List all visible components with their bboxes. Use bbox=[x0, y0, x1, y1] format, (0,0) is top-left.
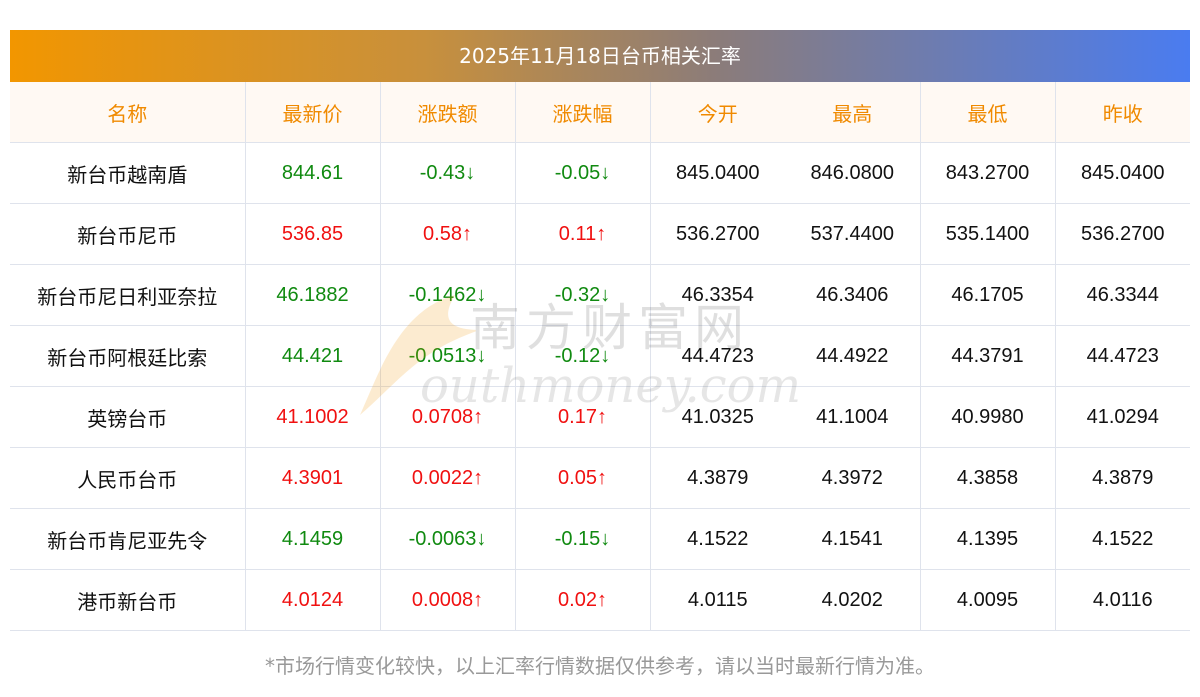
cell-open: 46.3354 bbox=[649, 264, 785, 326]
cell-low: 843.2700 bbox=[919, 142, 1055, 204]
column-header: 昨收 bbox=[1054, 82, 1190, 143]
cell-low: 46.1705 bbox=[919, 264, 1055, 326]
cell-high: 537.4400 bbox=[785, 203, 920, 265]
cell-prev: 845.0400 bbox=[1054, 142, 1190, 204]
cell-pct: -0.32↓ bbox=[514, 264, 650, 326]
table-row: 新台币越南盾 844.61 -0.43↓ -0.05↓ 845.0400 846.0800… bbox=[10, 142, 1190, 204]
cell-change: 0.0708↑ bbox=[379, 386, 515, 448]
cell-pct: 0.05↑ bbox=[514, 447, 650, 509]
cell-change: -0.1462↓ bbox=[379, 264, 515, 326]
cell-prev: 4.0116 bbox=[1054, 569, 1190, 631]
cell-low: 44.3791 bbox=[919, 325, 1055, 387]
cell-pct: 0.02↑ bbox=[514, 569, 650, 631]
cell-high: 846.0800 bbox=[785, 142, 920, 204]
cell-name: 港币新台币 bbox=[10, 569, 245, 631]
cell-price: 4.3901 bbox=[244, 447, 380, 509]
cell-open: 845.0400 bbox=[649, 142, 785, 204]
cell-prev: 41.0294 bbox=[1054, 386, 1190, 448]
cell-low: 4.3858 bbox=[919, 447, 1055, 509]
cell-price: 844.61 bbox=[244, 142, 380, 204]
cell-pct: 0.17↑ bbox=[514, 386, 650, 448]
cell-low: 4.1395 bbox=[919, 508, 1055, 570]
cell-name: 人民币台币 bbox=[10, 447, 245, 509]
cell-price: 4.1459 bbox=[244, 508, 380, 570]
cell-name: 新台币阿根廷比索 bbox=[10, 325, 245, 387]
cell-open: 4.1522 bbox=[649, 508, 785, 570]
cell-price: 41.1002 bbox=[244, 386, 380, 448]
column-header: 涨跌幅 bbox=[514, 82, 650, 143]
cell-open: 44.4723 bbox=[649, 325, 785, 387]
cell-high: 4.1541 bbox=[785, 508, 920, 570]
page-title: 2025年11月18日台币相关汇率 bbox=[10, 30, 1190, 82]
table-header: 名称 最新价 涨跌额 涨跌幅 今开 最高 最低 昨收 bbox=[10, 82, 1190, 143]
cell-high: 41.1004 bbox=[785, 386, 920, 448]
cell-name: 新台币越南盾 bbox=[10, 142, 245, 204]
table-row: 新台币肯尼亚先令 4.1459 -0.0063↓ -0.15↓ 4.1522 4.1541… bbox=[10, 508, 1190, 570]
cell-prev: 44.4723 bbox=[1054, 325, 1190, 387]
column-header: 最低 bbox=[919, 82, 1055, 143]
cell-pct: -0.12↓ bbox=[514, 325, 650, 387]
column-header: 今开 bbox=[649, 82, 785, 143]
cell-change: 0.0022↑ bbox=[379, 447, 515, 509]
cell-high: 44.4922 bbox=[785, 325, 920, 387]
cell-name: 新台币肯尼亚先令 bbox=[10, 508, 245, 570]
cell-prev: 536.2700 bbox=[1054, 203, 1190, 265]
cell-open: 536.2700 bbox=[649, 203, 785, 265]
column-header: 最新价 bbox=[244, 82, 380, 143]
cell-name: 新台币尼币 bbox=[10, 203, 245, 265]
disclaimer-footer: *市场行情变化较快，以上汇率行情数据仅供参考，请以当时最新行情为准。 bbox=[265, 654, 935, 678]
exchange-rate-table: 名称 最新价 涨跌额 涨跌幅 今开 最高 最低 昨收 新台币越南盾 844.61 -0.43↓ -0… bbox=[10, 82, 1190, 631]
cell-pct: -0.15↓ bbox=[514, 508, 650, 570]
cell-change: -0.43↓ bbox=[379, 142, 515, 204]
table-row: 英镑台币 41.1002 0.0708↑ 0.17↑ 41.0325 41.1004 40.… bbox=[10, 386, 1190, 448]
cell-change: -0.0513↓ bbox=[379, 325, 515, 387]
cell-prev: 4.3879 bbox=[1054, 447, 1190, 509]
cell-price: 44.421 bbox=[244, 325, 380, 387]
cell-price: 4.0124 bbox=[244, 569, 380, 631]
cell-low: 40.9980 bbox=[919, 386, 1055, 448]
table-row: 人民币台币 4.3901 0.0022↑ 0.05↑ 4.3879 4.3972 4.385… bbox=[10, 447, 1190, 509]
cell-change: -0.0063↓ bbox=[379, 508, 515, 570]
column-header: 最高 bbox=[785, 82, 920, 143]
cell-name: 英镑台币 bbox=[10, 386, 245, 448]
column-header: 涨跌额 bbox=[379, 82, 515, 143]
cell-high: 4.3972 bbox=[785, 447, 920, 509]
table-row: 新台币阿根廷比索 44.421 -0.0513↓ -0.12↓ 44.4723 44.49… bbox=[10, 325, 1190, 387]
cell-low: 535.1400 bbox=[919, 203, 1055, 265]
cell-open: 4.0115 bbox=[649, 569, 785, 631]
cell-prev: 4.1522 bbox=[1054, 508, 1190, 570]
cell-change: 0.58↑ bbox=[379, 203, 515, 265]
cell-price: 536.85 bbox=[244, 203, 380, 265]
cell-high: 4.0202 bbox=[785, 569, 920, 631]
cell-open: 4.3879 bbox=[649, 447, 785, 509]
cell-open: 41.0325 bbox=[649, 386, 785, 448]
column-header: 名称 bbox=[10, 82, 245, 143]
cell-low: 4.0095 bbox=[919, 569, 1055, 631]
cell-change: 0.0008↑ bbox=[379, 569, 515, 631]
cell-high: 46.3406 bbox=[785, 264, 920, 326]
cell-name: 新台币尼日利亚奈拉 bbox=[10, 264, 245, 326]
table-row: 新台币尼日利亚奈拉 46.1882 -0.1462↓ -0.32↓ 46.3354 46.… bbox=[10, 264, 1190, 326]
cell-pct: 0.11↑ bbox=[514, 203, 650, 265]
cell-price: 46.1882 bbox=[244, 264, 380, 326]
table-row: 港币新台币 4.0124 0.0008↑ 0.02↑ 4.0115 4.0202 4.009… bbox=[10, 569, 1190, 631]
table-row: 新台币尼币 536.85 0.58↑ 0.11↑ 536.2700 537.4400 535… bbox=[10, 203, 1190, 265]
cell-prev: 46.3344 bbox=[1054, 264, 1190, 326]
cell-pct: -0.05↓ bbox=[514, 142, 650, 204]
